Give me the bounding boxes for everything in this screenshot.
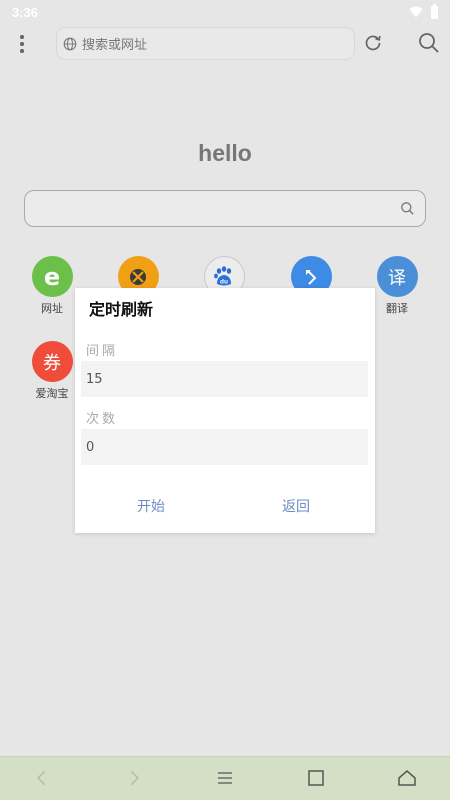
shortcut-translate[interactable]: 译 翻译	[367, 256, 427, 316]
refresh-icon[interactable]	[363, 33, 383, 53]
url-placeholder: 搜索或网址	[82, 38, 148, 53]
shortcut-web[interactable]: e 网址	[22, 256, 82, 316]
count-label: 次数	[86, 412, 119, 427]
globe-icon	[63, 37, 77, 50]
interval-input[interactable]	[81, 361, 368, 397]
home-search-box[interactable]	[24, 190, 426, 227]
coupon-icon: 券	[31, 341, 73, 382]
shortcut-aitaobao[interactable]: 券 爱淘宝	[22, 341, 82, 401]
more-menu-icon[interactable]	[12, 31, 32, 57]
status-time: 3:36	[12, 4, 39, 20]
forward-nav-icon[interactable]	[122, 767, 146, 789]
search-icon[interactable]	[400, 201, 415, 216]
status-bar: 3:36	[0, 0, 450, 24]
browser-toolbar: 搜索或网址	[0, 27, 450, 61]
count-input[interactable]	[81, 429, 368, 465]
wifi-icon	[409, 6, 423, 18]
menu-nav-icon[interactable]	[213, 767, 237, 789]
shortcut-label: 爱淘宝	[35, 387, 69, 400]
timed-refresh-dialog: 定时刷新 间隔 次数 开始 返回	[75, 288, 375, 533]
url-bar[interactable]: 搜索或网址	[56, 27, 355, 60]
home-greeting: hello	[198, 140, 252, 166]
translate-icon: 译	[376, 256, 418, 297]
battery-icon	[431, 3, 438, 19]
start-button[interactable]: 开始	[137, 496, 165, 516]
svg-text:du: du	[220, 278, 228, 285]
ie-icon: e	[31, 256, 73, 297]
back-button[interactable]: 返回	[282, 496, 310, 516]
status-icons	[409, 3, 438, 19]
search-icon[interactable]	[417, 31, 441, 55]
tabs-nav-icon[interactable]	[304, 767, 328, 789]
back-nav-icon[interactable]	[30, 767, 54, 789]
home-nav-icon[interactable]	[395, 767, 419, 789]
shortcut-label: 翻译	[386, 302, 408, 315]
interval-label: 间隔	[86, 344, 119, 359]
bottom-nav-bar	[0, 756, 450, 800]
dialog-title: 定时刷新	[89, 300, 154, 319]
shortcut-label: 网址	[41, 302, 63, 315]
